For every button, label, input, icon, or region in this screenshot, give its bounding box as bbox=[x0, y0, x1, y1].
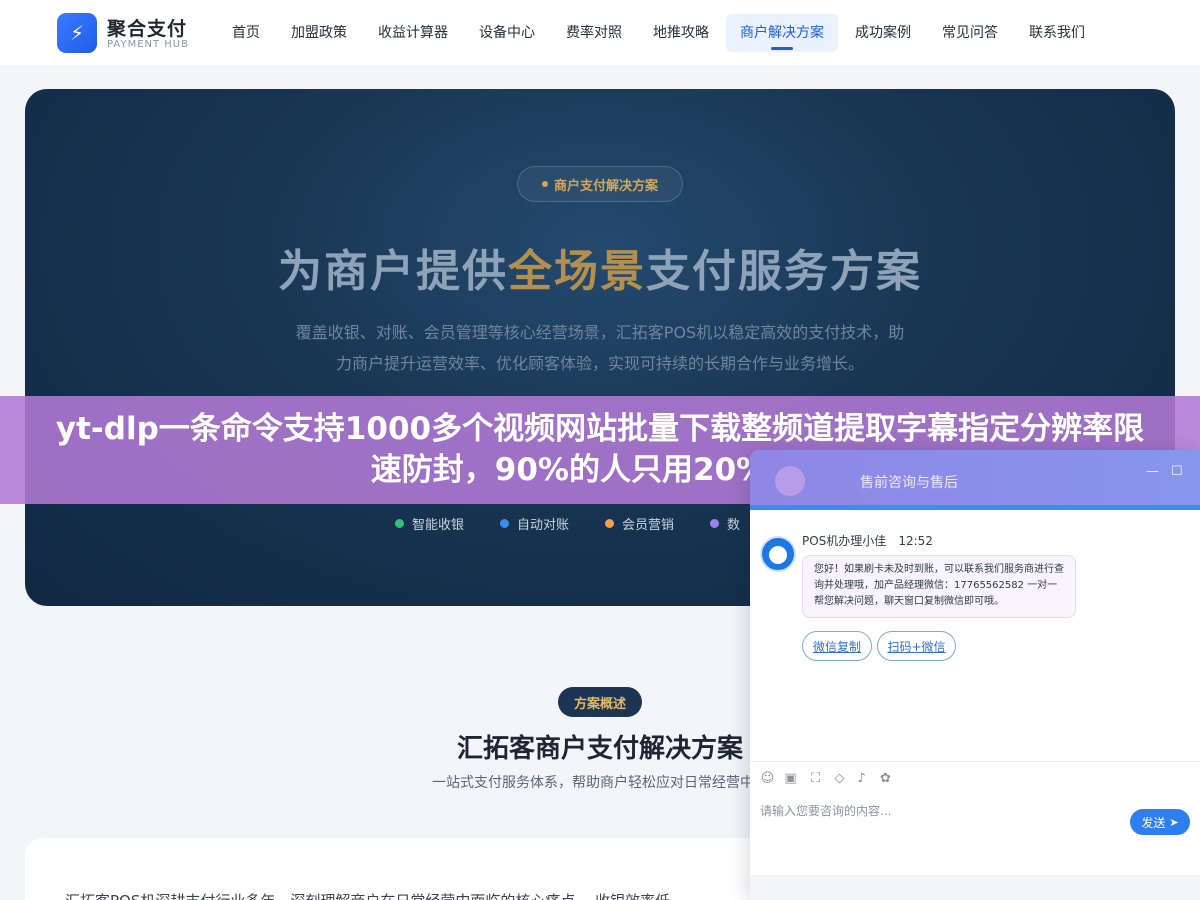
chat-header-avatar bbox=[775, 466, 805, 496]
hero-title-highlight: 全场景 bbox=[508, 246, 646, 297]
badge-dot bbox=[541, 181, 548, 187]
nav-item-faq[interactable]: 常见问答 bbox=[928, 14, 1012, 52]
feature-dot bbox=[710, 519, 720, 528]
nav-item-rate-compare[interactable]: 费率对照 bbox=[552, 14, 636, 52]
chat-toolbar: ☺ ▣ ⛶ ◇ ♪ ✿ bbox=[750, 761, 1200, 795]
agent-info: POS机办理小佳 12:52 bbox=[802, 532, 933, 549]
nav-item-device-center[interactable]: 设备中心 bbox=[465, 14, 549, 52]
agent-name: POS机办理小佳 bbox=[802, 534, 887, 548]
feature-member-marketing: 会员营销 bbox=[605, 514, 674, 533]
agent-avatar bbox=[760, 536, 796, 572]
speaker-icon[interactable]: ♪ bbox=[854, 771, 869, 786]
lightning-icon[interactable]: ⚡ bbox=[57, 13, 97, 53]
hero-title-post: 支付服务方案 bbox=[646, 246, 922, 297]
chat-widget: 售前咨询与售后 — ☐ POS机办理小佳 12:52 您好！如果刷卡未及时到账，可… bbox=[750, 450, 1200, 900]
chat-input[interactable] bbox=[760, 801, 1060, 821]
hero-features: 智能收银 自动对账 会员营销 数 bbox=[395, 514, 776, 533]
chat-footer bbox=[750, 875, 1200, 900]
send-label: 发送 bbox=[1141, 815, 1166, 830]
hero-badge: 商户支付解决方案 bbox=[517, 166, 683, 202]
quick-reply-copy-wechat[interactable]: 微信复制 bbox=[802, 631, 872, 661]
feature-auto-reconcile: 自动对账 bbox=[500, 514, 569, 533]
feature-dot bbox=[605, 519, 615, 528]
feature-dot bbox=[500, 519, 510, 528]
main-menu: 首页 加盟政策 收益计算器 设备中心 费率对照 地推攻略 商户解决方案 成功案例… bbox=[218, 14, 1102, 52]
feature-label: 会员营销 bbox=[622, 518, 675, 533]
quick-reply-scan-wechat[interactable]: 扫码+微信 bbox=[877, 631, 956, 661]
wechat-icon[interactable]: ✿ bbox=[878, 771, 893, 786]
hero-title: 为商户提供全场景支付服务方案 bbox=[25, 235, 1175, 299]
crop-icon[interactable]: ⛶ bbox=[808, 771, 823, 786]
feature-label: 自动对账 bbox=[517, 518, 570, 533]
send-button[interactable]: 发送 ➤ bbox=[1130, 809, 1190, 835]
chat-header-title: 售前咨询与售后 bbox=[860, 475, 958, 491]
hero-title-pre: 为商户提供 bbox=[278, 246, 508, 297]
maximize-icon[interactable]: ☐ bbox=[1171, 464, 1183, 479]
section-badge: 方案概述 bbox=[558, 687, 642, 717]
nav-item-income-calculator[interactable]: 收益计算器 bbox=[364, 14, 462, 52]
nav-item-home[interactable]: 首页 bbox=[218, 14, 274, 52]
nav-item-contact[interactable]: 联系我们 bbox=[1015, 14, 1099, 52]
message-bubble: 您好！如果刷卡未及时到账，可以联系我们服务商进行查询并处理哦，加产品经理微信：1… bbox=[802, 555, 1076, 618]
feature-label: 智能收银 bbox=[412, 518, 465, 533]
nav-item-promotion-guide[interactable]: 地推攻略 bbox=[639, 14, 723, 52]
nav-item-franchise-policy[interactable]: 加盟政策 bbox=[277, 14, 361, 52]
brand-subtitle: PAYMENT HUB bbox=[107, 39, 189, 50]
chat-header: 售前咨询与售后 — ☐ bbox=[750, 450, 1200, 505]
minimize-icon[interactable]: — bbox=[1146, 464, 1159, 479]
nav-item-success-cases[interactable]: 成功案例 bbox=[841, 14, 925, 52]
hero-badge-label: 商户支付解决方案 bbox=[553, 178, 658, 194]
feature-dot bbox=[395, 519, 404, 528]
hero-description: 覆盖收银、对账、会员管理等核心经营场景，汇拓客POS机以稳定高效的支付技术，助力… bbox=[295, 323, 905, 373]
avatar-face bbox=[769, 546, 787, 564]
smiley-icon[interactable]: ☺ bbox=[760, 771, 775, 786]
nav-item-merchant-solutions[interactable]: 商户解决方案 bbox=[726, 14, 838, 52]
brand-title[interactable]: 聚合支付 bbox=[107, 14, 187, 41]
overview-card-text: 汇拓客POS机深耕支付行业多年，深刻理解商户在日常经营中面临的核心痛点， 收银效… bbox=[65, 890, 670, 900]
message-time: 12:52 bbox=[898, 534, 933, 548]
feature-smart-cashier: 智能收银 bbox=[395, 514, 464, 533]
send-arrow-icon: ➤ bbox=[1169, 815, 1179, 829]
image-icon[interactable]: ▣ bbox=[783, 771, 798, 786]
top-nav: ⚡ 聚合支付 PAYMENT HUB 首页 加盟政策 收益计算器 设备中心 费率… bbox=[0, 0, 1200, 67]
shield-icon[interactable]: ◇ bbox=[832, 771, 847, 786]
feature-data: 数 bbox=[710, 514, 740, 533]
chat-accent-bar bbox=[750, 505, 1200, 510]
feature-label: 数 bbox=[727, 518, 741, 533]
